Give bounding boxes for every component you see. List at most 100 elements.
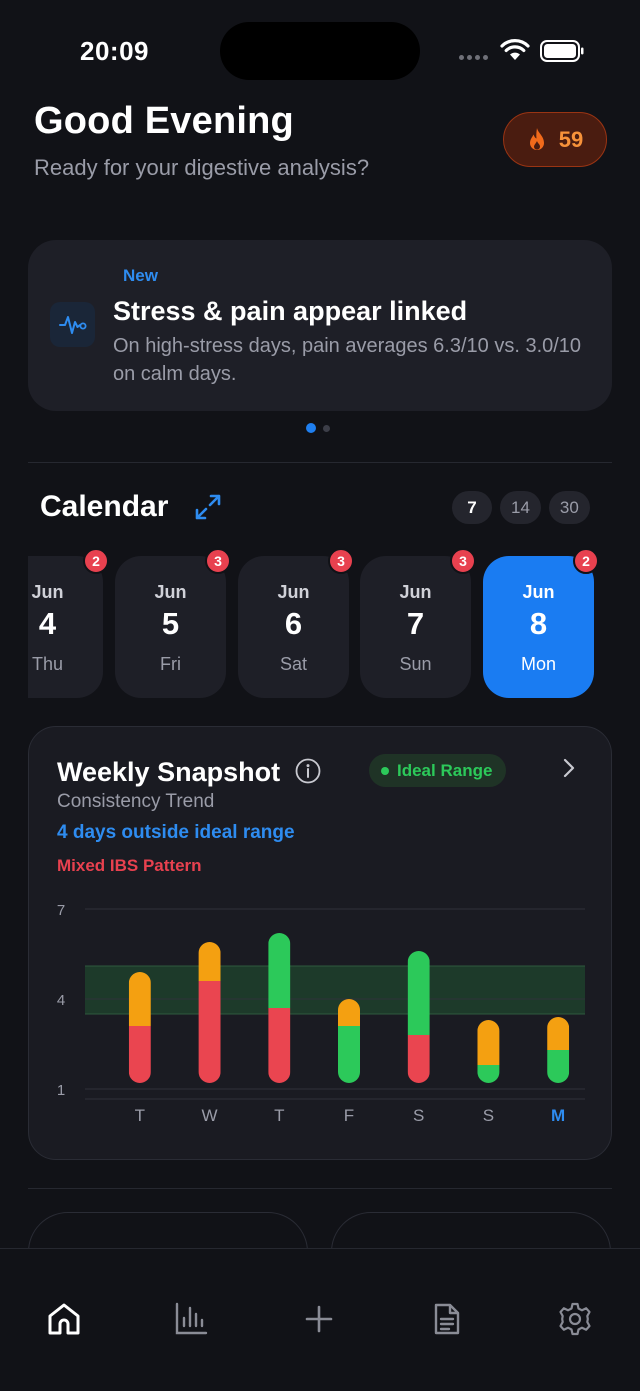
- insight-icon-box: [50, 302, 95, 347]
- tab-add[interactable]: [299, 1299, 339, 1339]
- y-tick-label: 1: [57, 1082, 65, 1099]
- pattern-label: Mixed IBS Pattern: [57, 856, 202, 875]
- bar-segment: [477, 1020, 500, 1065]
- bar-segment: [198, 981, 221, 1083]
- carousel-page-indicator[interactable]: [306, 423, 330, 433]
- status-bar: 20:09: [0, 0, 640, 100]
- day-entry-count-badge: 2: [573, 548, 599, 574]
- bar-segment: [128, 1026, 151, 1083]
- day-entry-count-badge: 3: [450, 548, 476, 574]
- bar-segment: [407, 951, 430, 1035]
- outside-range-summary: 4 days outside ideal range: [57, 822, 295, 843]
- pulse-icon: [58, 315, 86, 334]
- day-weekday: Fri: [160, 654, 181, 674]
- bar-segment: [128, 972, 151, 1026]
- day-card-jun-4[interactable]: Jun 4 Thu: [28, 556, 103, 698]
- x-tick-label: F: [344, 1106, 354, 1125]
- ideal-range-band: [85, 966, 585, 1014]
- bar-segment: [338, 999, 360, 1026]
- day-weekday: Thu: [31, 654, 64, 674]
- info-icon[interactable]: [295, 758, 321, 784]
- x-tick-label: W: [202, 1106, 218, 1125]
- range-30-button[interactable]: 30: [548, 491, 590, 524]
- section-divider: [28, 462, 612, 463]
- report-icon: [434, 1303, 460, 1335]
- home-icon: [48, 1303, 80, 1335]
- bar-segment: [477, 1065, 500, 1083]
- x-tick-label: M: [551, 1106, 565, 1125]
- day-strip[interactable]: Jun 4 Thu Jun 5 Fri Jun 6 Sat Jun 7 Sun …: [28, 548, 612, 708]
- consistency-chart: 7 4 1 T W T F S S M: [57, 902, 585, 1125]
- bar-segment: [547, 1017, 570, 1050]
- snapshot-subtitle: Consistency Trend: [57, 791, 215, 812]
- tab-report[interactable]: [427, 1299, 467, 1339]
- bar-segment: [198, 942, 221, 981]
- ideal-range-status-pill: Ideal Range: [369, 754, 507, 787]
- insight-body: On high-stress days, pain averages 6.3/1…: [113, 335, 582, 385]
- day-card-jun-6[interactable]: Jun 6 Sat: [238, 556, 349, 698]
- range-7-button[interactable]: 7: [452, 491, 492, 524]
- day-month: Jun: [154, 582, 187, 602]
- x-tick-label: S: [413, 1106, 424, 1125]
- day-number: 8: [529, 606, 548, 641]
- section-divider: [28, 1188, 612, 1189]
- add-icon: [305, 1305, 333, 1333]
- stats-icon: [175, 1302, 208, 1335]
- insight-title: Stress & pain appear linked: [113, 296, 468, 326]
- range-selector: 7 14 30: [452, 491, 590, 524]
- day-card-jun-5[interactable]: Jun 5 Fri: [115, 556, 226, 698]
- day-entry-count-badge: 3: [205, 548, 231, 574]
- greeting-title: Good Evening: [34, 100, 294, 142]
- tab-home[interactable]: [44, 1299, 84, 1339]
- snapshot-title: Weekly Snapshot: [57, 757, 281, 787]
- battery-icon: [540, 40, 584, 62]
- insight-new-badge: New: [123, 266, 158, 285]
- calendar-title: Calendar: [40, 490, 169, 523]
- chevron-right-icon[interactable]: [562, 757, 576, 779]
- day-entry-count-badge: 2: [83, 548, 109, 574]
- day-month: Jun: [399, 582, 432, 602]
- day-month: Jun: [31, 582, 64, 602]
- settings-icon: [559, 1302, 591, 1336]
- day-number: 7: [406, 606, 425, 641]
- wifi-icon: [500, 39, 530, 60]
- x-tick-label: T: [274, 1106, 284, 1125]
- flame-icon: [529, 127, 544, 150]
- streak-count: 59: [558, 126, 584, 152]
- bar-segment: [407, 1035, 430, 1083]
- day-month: Jun: [522, 582, 555, 602]
- tab-stats[interactable]: [171, 1299, 211, 1339]
- status-dot: [381, 766, 389, 775]
- day-number: 4: [38, 606, 57, 641]
- bar-segment: [338, 1026, 360, 1083]
- day-number: 5: [161, 606, 180, 641]
- bar-segment: [268, 933, 291, 1008]
- day-entry-count-badge: 3: [328, 548, 354, 574]
- day-card-jun-8-selected[interactable]: Jun 8 Mon: [483, 556, 594, 698]
- status-time: 20:09: [80, 36, 149, 66]
- weekly-snapshot-card[interactable]: Weekly Snapshot Ideal Range Consistency …: [28, 726, 612, 1160]
- day-weekday: Mon: [520, 654, 556, 674]
- page-dot-active[interactable]: [306, 423, 316, 433]
- y-tick-label: 4: [57, 992, 65, 1009]
- greeting-subtitle: Ready for your digestive analysis?: [34, 155, 370, 180]
- expand-icon[interactable]: [193, 492, 223, 522]
- day-weekday: Sun: [399, 654, 432, 674]
- cellular-signal-icon: [459, 55, 488, 60]
- day-weekday: Sat: [279, 654, 308, 674]
- day-card-jun-7[interactable]: Jun 7 Sun: [360, 556, 471, 698]
- streak-badge[interactable]: 59: [503, 112, 607, 167]
- day-month: Jun: [277, 582, 310, 602]
- dynamic-island: [220, 22, 420, 80]
- tab-bar: [0, 1248, 640, 1391]
- bar-segment: [268, 1008, 291, 1083]
- day-number: 6: [284, 606, 303, 641]
- bar-segment: [547, 1050, 570, 1083]
- range-14-button[interactable]: 14: [500, 491, 541, 524]
- x-tick-label: S: [483, 1106, 494, 1125]
- x-tick-label: T: [135, 1106, 145, 1125]
- page-dot[interactable]: [323, 424, 330, 432]
- tab-settings[interactable]: [555, 1299, 595, 1339]
- y-tick-label: 7: [57, 902, 65, 919]
- insight-card[interactable]: New Stress & pain appear linked On high-…: [28, 240, 612, 411]
